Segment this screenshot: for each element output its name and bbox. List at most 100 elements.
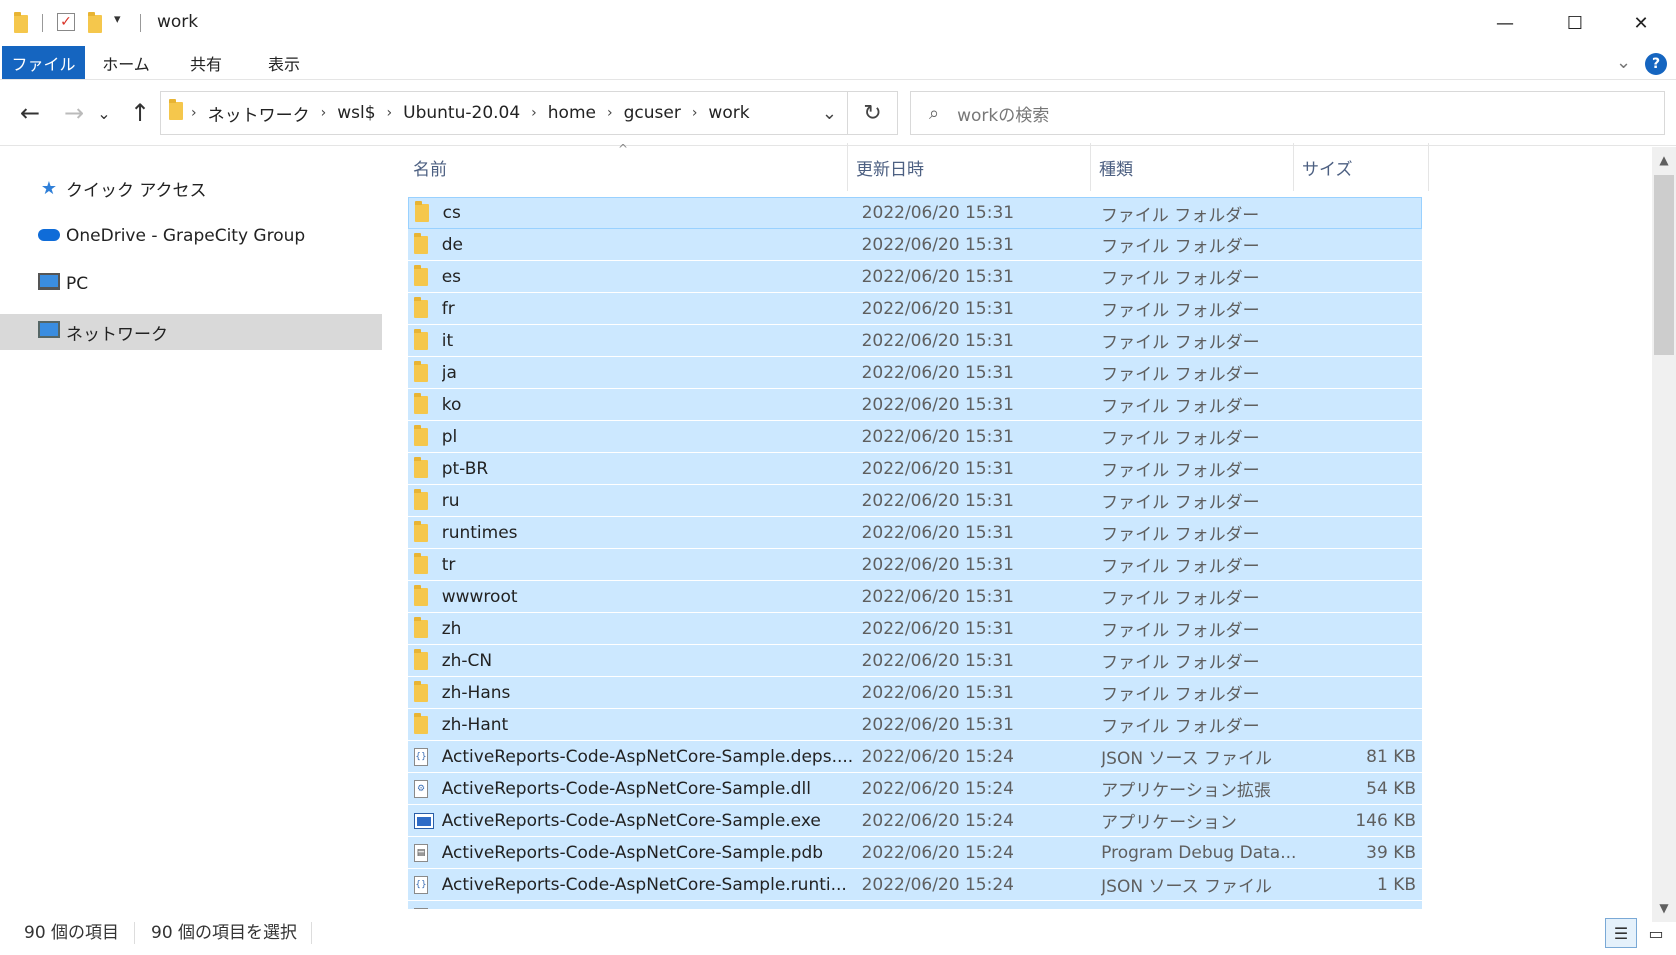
search-box[interactable]: ⌕ workの検索 — [910, 91, 1665, 135]
file-name: ko — [441, 394, 462, 415]
file-row[interactable]: es 2022/06/20 15:31 ファイル フォルダー — [408, 261, 1422, 293]
address-bar[interactable]: › ネットワーク › wsl$ › Ubuntu-20.04 › home › … — [160, 91, 848, 135]
up-button[interactable]: ↑ — [122, 93, 158, 133]
sidebar-item-onedrive[interactable]: OneDrive - GrapeCity Group — [0, 218, 382, 254]
scroll-up-icon[interactable]: ▲ — [1652, 148, 1676, 172]
divider — [134, 922, 135, 944]
file-name: ActiveReports-Code-AspNetCore-Sample.pdb — [441, 842, 824, 863]
file-name: ja — [441, 362, 457, 383]
address-history-icon[interactable]: ⌄ — [822, 103, 837, 124]
file-type: ファイル フォルダー — [1101, 237, 1260, 257]
file-row[interactable]: ru 2022/06/20 15:31 ファイル フォルダー — [408, 485, 1422, 517]
file-type: JSON ソース ファイル — [1101, 877, 1273, 897]
file-type: ファイル フォルダー — [1101, 301, 1260, 321]
file-type: JSON ソース ファイル — [1101, 749, 1273, 769]
sidebar-item-label: ネットワーク — [66, 324, 168, 345]
search-input[interactable]: workの検索 — [957, 101, 1049, 126]
file-row[interactable]: {} ActiveReports-Code-AspNetCore-Sample.d… — [408, 741, 1422, 773]
status-item-count: 90 個の項目 — [24, 923, 120, 943]
details-view-icon[interactable]: ☰ — [1605, 918, 1637, 948]
refresh-button[interactable]: ↻ — [848, 91, 898, 135]
file-row[interactable]: zh-CN 2022/06/20 15:31 ファイル フォルダー — [408, 645, 1422, 677]
column-header-size[interactable]: サイズ — [1294, 143, 1429, 191]
scroll-down-icon[interactable]: ▼ — [1652, 896, 1676, 920]
dll-file-icon: ⚙ — [414, 779, 428, 798]
file-row[interactable]: wwwroot 2022/06/20 15:31 ファイル フォルダー — [408, 581, 1422, 613]
file-row[interactable]: pt-BR 2022/06/20 15:31 ファイル フォルダー — [408, 453, 1422, 485]
file-icon-cell — [408, 520, 442, 542]
file-row[interactable]: ko 2022/06/20 15:31 ファイル フォルダー — [408, 389, 1422, 421]
file-row[interactable]: it 2022/06/20 15:31 ファイル フォルダー — [408, 325, 1422, 357]
file-date: 2022/06/20 15:24 — [861, 746, 1014, 767]
tab-file[interactable]: ファイル — [2, 46, 85, 79]
breadcrumb-home[interactable]: home — [539, 103, 605, 123]
file-row[interactable]: ja 2022/06/20 15:31 ファイル フォルダー — [408, 357, 1422, 389]
file-name: wwwroot — [441, 586, 518, 607]
breadcrumb-wsl[interactable]: wsl$ — [328, 103, 384, 123]
file-date: 2022/06/20 15:31 — [861, 586, 1014, 607]
file-row[interactable]: ActiveReports-Code-AspNetCore-Sample.exe… — [408, 805, 1422, 837]
file-date: 2022/06/20 15:31 — [861, 618, 1014, 639]
new-folder-icon[interactable] — [88, 12, 102, 37]
file-row[interactable]: zh-Hant 2022/06/20 15:31 ファイル フォルダー — [408, 709, 1422, 741]
column-header-name[interactable]: 名前 — [405, 143, 848, 191]
chevron-right-icon: › — [191, 105, 197, 121]
file-row[interactable]: ▤ ActiveReports-Code-AspNetCore-Sample.pd… — [408, 837, 1422, 869]
large-icons-view-icon[interactable]: ▭ — [1640, 918, 1672, 948]
forward-button[interactable]: → — [56, 93, 92, 133]
file-name: it — [441, 330, 454, 351]
file-row[interactable]: tr 2022/06/20 15:31 ファイル フォルダー — [408, 549, 1422, 581]
file-row[interactable]: zh 2022/06/20 15:31 ファイル フォルダー — [408, 613, 1422, 645]
file-date: 2022/06/20 15:31 — [861, 490, 1014, 511]
divider — [140, 14, 141, 32]
exe-file-icon — [414, 812, 434, 829]
chevron-down-icon[interactable]: ⌄ — [1616, 52, 1631, 73]
breadcrumb-work[interactable]: work — [699, 103, 758, 123]
folder-icon — [414, 616, 428, 638]
file-type: Program Debug Data... — [1101, 842, 1297, 863]
file-row[interactable]: {} ActiveReports-Code-AspNetCore-Sample.r… — [408, 869, 1422, 901]
column-header-date[interactable]: 更新日時 — [848, 143, 1091, 191]
file-icon-cell — [408, 264, 442, 286]
network-icon — [36, 321, 62, 343]
file-row[interactable]: {} appsettings.Development.json2022/06/09… — [408, 901, 1422, 909]
sidebar-item-network[interactable]: ネットワーク — [0, 314, 382, 350]
tab-home[interactable]: ホーム — [96, 46, 156, 79]
file-row[interactable]: cs 2022/06/20 15:31 ファイル フォルダー — [408, 197, 1422, 229]
folder-icon — [414, 328, 428, 350]
json-file-icon: {} — [414, 875, 428, 894]
sidebar-item-quick-access[interactable]: ★ クイック アクセス — [0, 170, 382, 206]
customize-quick-access-icon[interactable]: ▾ — [114, 12, 121, 27]
tab-view[interactable]: 表示 — [254, 46, 314, 79]
column-header-type[interactable]: 種類 — [1091, 143, 1294, 191]
help-icon[interactable]: ? — [1645, 53, 1667, 75]
close-button[interactable]: ✕ — [1606, 0, 1676, 46]
file-type: ファイル フォルダー — [1100, 205, 1260, 226]
file-row[interactable]: pl 2022/06/20 15:31 ファイル フォルダー — [408, 421, 1422, 453]
file-row[interactable]: fr 2022/06/20 15:31 ファイル フォルダー — [408, 293, 1422, 325]
file-icon-cell: {} — [408, 875, 442, 894]
title-bar: ✓ ▾ work — ☐ ✕ — [0, 0, 1676, 46]
folder-icon — [14, 12, 28, 37]
file-date: 2022/06/20 15:31 — [861, 682, 1014, 703]
tab-share[interactable]: 共有 — [176, 46, 236, 79]
breadcrumb-network[interactable]: ネットワーク — [199, 101, 319, 126]
breadcrumb-ubuntu[interactable]: Ubuntu-20.04 — [394, 103, 529, 123]
breadcrumb-gcuser[interactable]: gcuser — [615, 103, 690, 123]
back-button[interactable]: ← — [12, 93, 48, 133]
file-icon-cell — [408, 648, 442, 670]
scrollbar-thumb[interactable] — [1654, 175, 1674, 355]
minimize-button[interactable]: — — [1470, 0, 1540, 46]
file-row[interactable]: de 2022/06/20 15:31 ファイル フォルダー — [408, 229, 1422, 261]
properties-icon[interactable]: ✓ — [57, 13, 75, 31]
file-row[interactable]: zh-Hans 2022/06/20 15:31 ファイル フォルダー — [408, 677, 1422, 709]
maximize-button[interactable]: ☐ — [1540, 0, 1610, 46]
file-row[interactable]: runtimes 2022/06/20 15:31 ファイル フォルダー — [408, 517, 1422, 549]
file-size: 39 KB — [1366, 842, 1417, 863]
file-name: runtimes — [441, 522, 518, 543]
file-name: de — [441, 234, 463, 255]
file-date: 2022/06/20 15:31 — [861, 426, 1014, 447]
sidebar-item-pc[interactable]: PC — [0, 266, 382, 302]
file-row[interactable]: ⚙ ActiveReports-Code-AspNetCore-Sample.dl… — [408, 773, 1422, 805]
recent-locations-button[interactable]: ⌄ — [92, 93, 116, 133]
